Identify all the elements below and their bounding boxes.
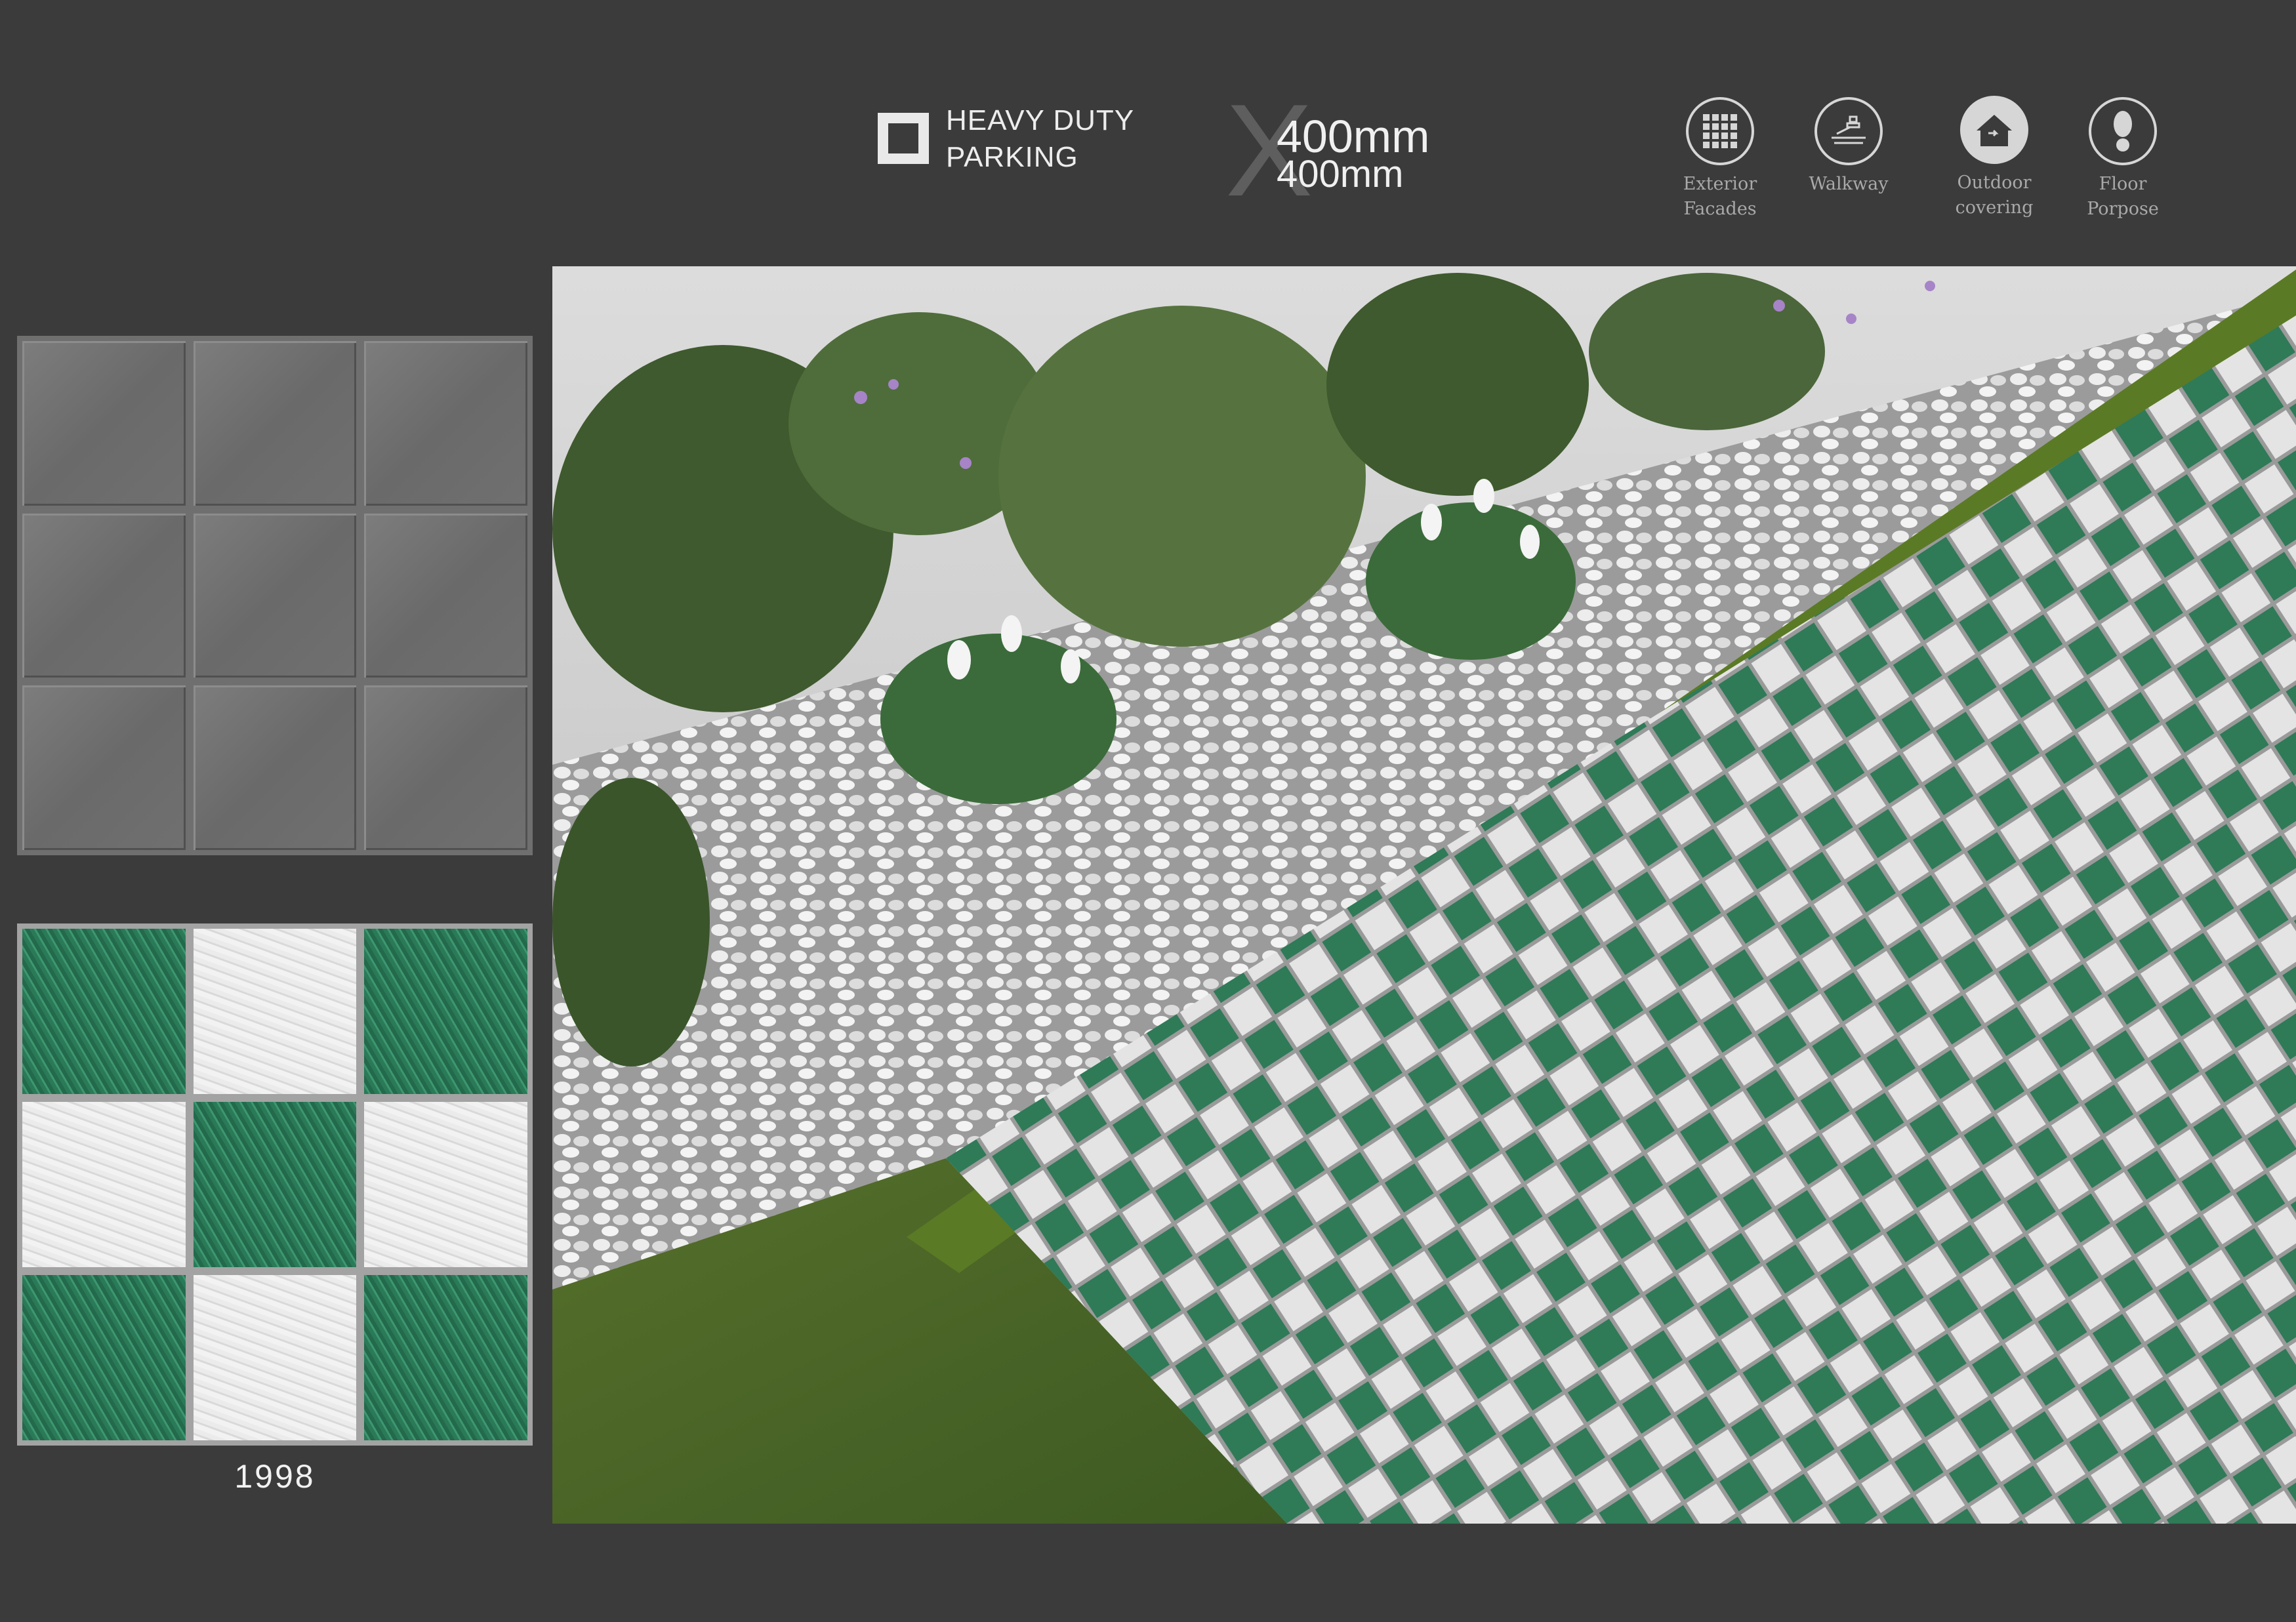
tile-size-height: 400mm	[1277, 153, 1404, 195]
footprint-icon	[2089, 97, 2157, 165]
grass-tile-cell	[22, 929, 186, 1094]
tile-code: 1998	[234, 1458, 316, 1495]
feature-line-1: HEAVY DUTY	[946, 104, 1135, 136]
heavy-duty-parking-label: HEAVY DUTY PARKING	[946, 102, 1134, 176]
grass-tile-cell	[364, 1275, 527, 1440]
grass-tile-cell	[193, 1102, 357, 1267]
usage-exterior-facades: Exterior Facades	[1661, 97, 1779, 222]
tile-cell	[22, 341, 186, 506]
tile-cell	[364, 341, 527, 506]
usage-walkway: Walkway	[1790, 97, 1908, 197]
tile-color-preview	[17, 923, 533, 1446]
walkway-icon	[1814, 97, 1883, 165]
grass-tile-cell	[22, 1275, 186, 1440]
stone-tile-cell	[193, 929, 357, 1094]
tile-cell	[364, 513, 527, 678]
feature-line-2: PARKING	[946, 141, 1078, 173]
usage-outdoor-covering: Outdoor covering	[1935, 96, 2053, 220]
house-icon	[1960, 96, 2028, 164]
tile-cell	[193, 513, 357, 678]
garden-scene-image	[552, 266, 2296, 1524]
grass-tile-cell	[364, 929, 527, 1094]
heavy-duty-square-icon	[878, 113, 929, 164]
usage-label: Walkway	[1809, 174, 1889, 194]
stone-tile-cell	[364, 1102, 527, 1267]
tile-relief-preview	[17, 336, 533, 855]
tile-cell	[22, 513, 186, 678]
tile-cell	[22, 685, 186, 850]
usage-label: Floor Porpose	[2087, 174, 2159, 219]
usage-label: Exterior Facades	[1683, 174, 1757, 219]
stone-tile-cell	[22, 1102, 186, 1267]
usage-floor-purpose: Floor Porpose	[2064, 97, 2182, 222]
usage-label: Outdoor covering	[1955, 172, 2034, 218]
tile-cell	[193, 341, 357, 506]
stone-tile-cell	[193, 1275, 357, 1440]
grid-icon	[1686, 97, 1754, 165]
tile-cell	[193, 685, 357, 850]
tile-cell	[364, 685, 527, 850]
